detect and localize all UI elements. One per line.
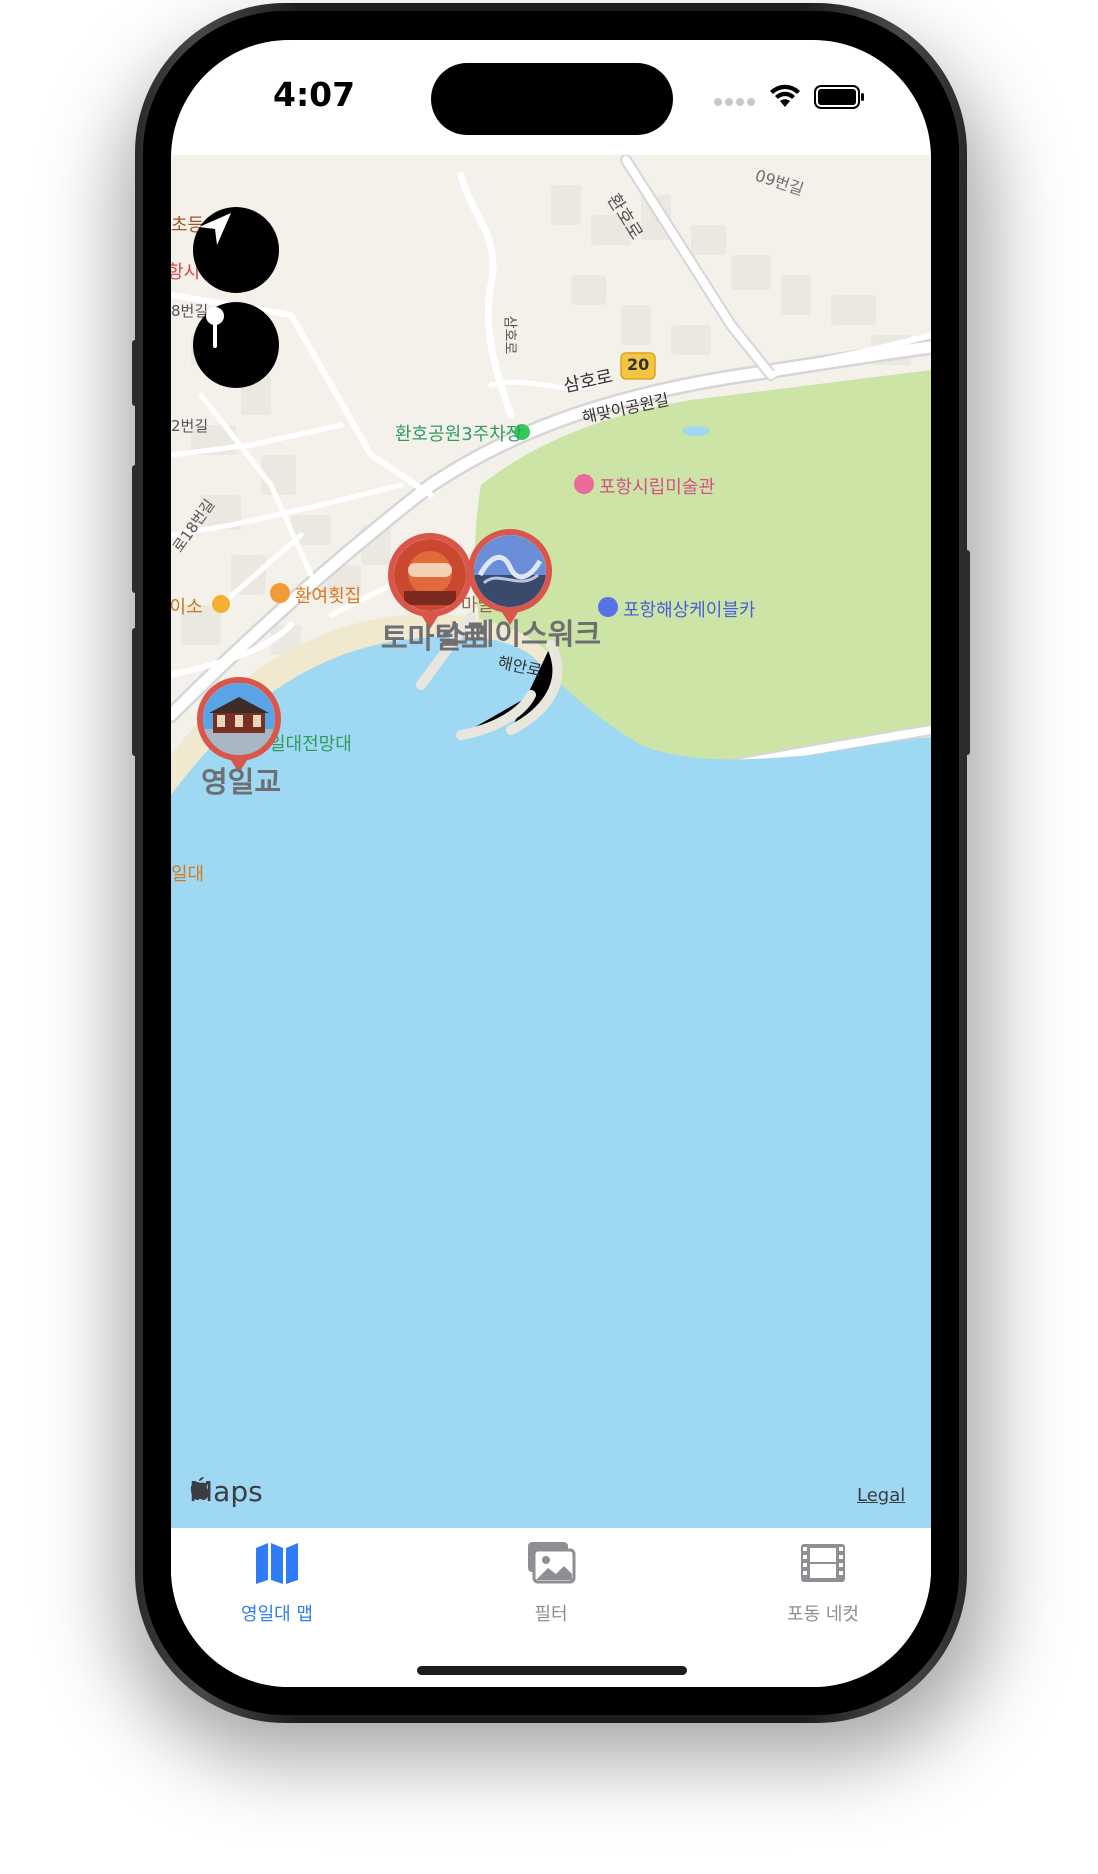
battery-icon xyxy=(814,85,864,109)
map-view[interactable]: 09번길 환호로 삼호로 삼호로 20 해맞이공원길 환호공원3주차장 포항시립… xyxy=(171,155,931,1528)
restaurant-poi-icon xyxy=(270,583,290,603)
photos-icon xyxy=(528,1542,576,1584)
status-time: 4:07 xyxy=(273,75,356,114)
volume-up-button xyxy=(132,465,138,593)
pin-title-yeongilgyo: 영일교 xyxy=(201,765,282,799)
screen: 4:07 09번길 환호로 삼호로 삼호로 20 해맞이공원길 환호공원3주차장… xyxy=(171,40,931,1687)
current-location-button[interactable] xyxy=(193,207,279,293)
tab-map-label: 영일대 맵 xyxy=(241,1604,313,1625)
legal-link[interactable]: Legal xyxy=(857,1485,905,1506)
tab-filter-label: 필터 xyxy=(534,1604,568,1625)
poi-label-museum: 포항시립미술관 xyxy=(599,477,715,498)
add-pin-button[interactable] xyxy=(193,302,279,388)
pin-photo-yeongilgyo xyxy=(203,683,275,755)
tab-map[interactable]: 영일대 맵 xyxy=(177,1538,377,1638)
volume-down-button xyxy=(132,628,138,756)
tab-bar: 영일대 맵 필터 포동 네컷 xyxy=(171,1528,931,1687)
apple-maps-brand: Maps xyxy=(189,1475,263,1508)
home-indicator[interactable] xyxy=(417,1666,687,1675)
map-canvas xyxy=(171,155,931,1528)
poi-label-restaurant: 환여횟집 xyxy=(295,586,362,607)
tab-four-cut[interactable]: 포동 네컷 xyxy=(723,1538,923,1638)
status-bar: 4:07 xyxy=(171,40,931,155)
location-arrow-icon xyxy=(199,213,231,245)
action-button xyxy=(132,340,138,406)
road-label-2: 2번길 xyxy=(171,417,209,435)
map-pin-icon xyxy=(206,307,224,348)
dynamic-island xyxy=(431,63,673,135)
tab-filter[interactable]: 필터 xyxy=(451,1538,651,1638)
route-number: 20 xyxy=(627,355,650,374)
pin-photo-tomatillo xyxy=(394,539,466,611)
cellular-signal-icon xyxy=(714,98,755,106)
power-button xyxy=(964,550,970,755)
poi-label-parking: 환호공원3주차장 xyxy=(395,424,523,445)
pin-photo-spacewalk xyxy=(474,535,546,607)
daiso-poi-icon xyxy=(212,595,230,613)
apple-logo-icon xyxy=(190,1477,210,1500)
poi-label-daiso: 다이소 xyxy=(171,597,203,618)
map-icon xyxy=(256,1543,298,1584)
tab-four-cut-label: 포동 네컷 xyxy=(787,1604,859,1625)
poi-label-cablecar: 포항해상케이블카 xyxy=(623,600,756,621)
wifi-icon xyxy=(770,84,800,107)
pin-title-spacewalk: 스페이스워크 xyxy=(441,617,602,651)
museum-poi-icon xyxy=(574,474,594,494)
road-label-samho-vertical: 삼호로 xyxy=(501,315,518,355)
film-icon xyxy=(801,1544,845,1582)
poi-label-yeongildae: 일대 xyxy=(171,864,205,885)
